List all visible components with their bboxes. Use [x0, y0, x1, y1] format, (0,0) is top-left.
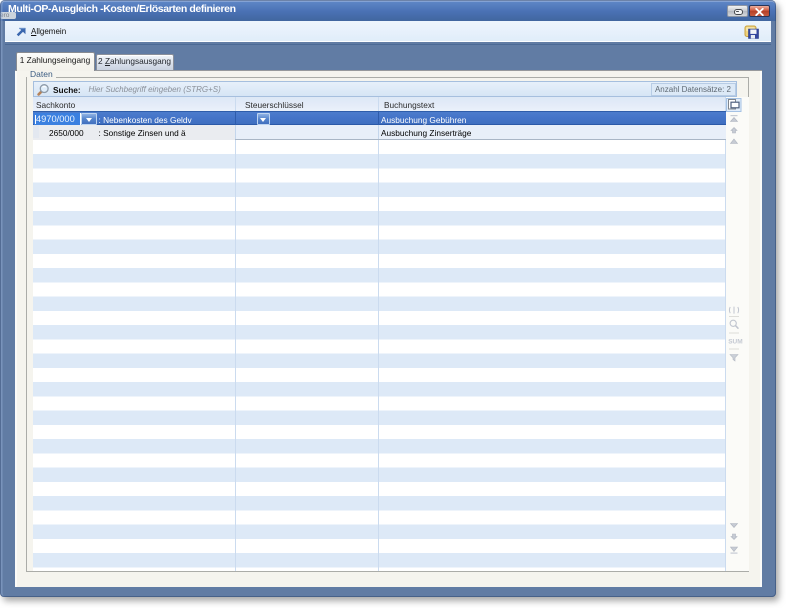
svg-text:SUM: SUM — [728, 339, 742, 346]
